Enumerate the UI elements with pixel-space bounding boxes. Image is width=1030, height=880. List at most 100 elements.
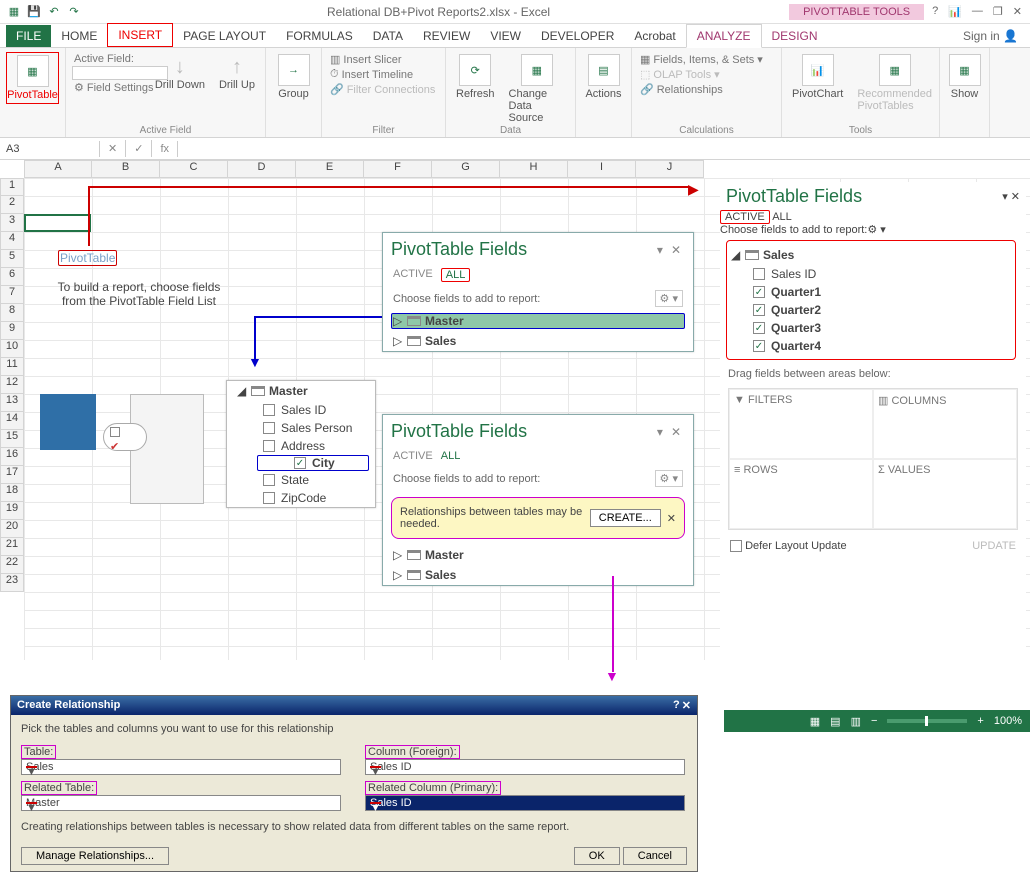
row-12[interactable]: 12 (0, 376, 24, 394)
row-14[interactable]: 14 (0, 412, 24, 430)
col-I[interactable]: I (568, 160, 636, 178)
update-button[interactable]: UPDATE (972, 540, 1016, 552)
enter-icon[interactable]: ✓ (126, 140, 152, 157)
field-city[interactable]: ✓City (257, 455, 369, 471)
manage-relationships-button[interactable]: Manage Relationships... (21, 847, 169, 865)
related-column-combo[interactable]: Sales ID▼ (365, 795, 685, 811)
area-rows[interactable]: ≡ ROWS (729, 459, 873, 529)
field-salesid[interactable]: Sales ID (227, 401, 375, 419)
group-button[interactable]: →Group (272, 52, 315, 102)
rp-field-q4[interactable]: ✓Quarter4 (731, 337, 1011, 355)
col-F[interactable]: F (364, 160, 432, 178)
pf1-close-icon[interactable]: ✕ (667, 243, 685, 257)
drill-up-button[interactable]: ↑Drill Up (215, 54, 259, 93)
zoom-in-icon[interactable]: + (977, 715, 983, 727)
row-22[interactable]: 22 (0, 556, 24, 574)
gear-icon[interactable]: ⚙ ▾ (655, 290, 683, 307)
pivotchart-button[interactable]: 📊PivotChart (788, 52, 847, 114)
pf2-table-master[interactable]: ▷Master (383, 545, 693, 565)
pf1-active[interactable]: ACTIVE (393, 268, 433, 282)
view-pagelayout-icon[interactable]: ▤ (830, 715, 840, 728)
col-D[interactable]: D (228, 160, 296, 178)
tab-design[interactable]: DESIGN (762, 25, 828, 47)
row-5[interactable]: 5 (0, 250, 24, 268)
rp-field-q1[interactable]: ✓Quarter1 (731, 283, 1011, 301)
row-1[interactable]: 1 (0, 178, 24, 196)
pf2-close-icon[interactable]: ✕ (667, 425, 685, 439)
tab-data[interactable]: DATA (363, 25, 413, 47)
row-6[interactable]: 6 (0, 268, 24, 286)
rp-active[interactable]: ACTIVE (720, 210, 770, 224)
minimize-icon[interactable]: — (972, 5, 983, 18)
row-16[interactable]: 16 (0, 448, 24, 466)
zoom-level[interactable]: 100% (994, 715, 1022, 727)
field-address[interactable]: Address (227, 437, 375, 455)
rp-all[interactable]: ALL (772, 211, 792, 223)
rel-close-icon[interactable]: ✕ (667, 512, 676, 525)
row-18[interactable]: 18 (0, 484, 24, 502)
related-table-combo[interactable]: Master▼ (21, 795, 341, 811)
row-8[interactable]: 8 (0, 304, 24, 322)
rp-close-icon[interactable]: ✕ (1011, 190, 1020, 203)
row-13[interactable]: 13 (0, 394, 24, 412)
sign-in[interactable]: Sign in 👤 (951, 25, 1030, 47)
restore-icon[interactable]: ❐ (993, 5, 1003, 18)
area-values[interactable]: Σ VALUES (873, 459, 1017, 529)
show-button[interactable]: ▦Show (946, 52, 983, 102)
pf1-table-sales[interactable]: ▷Sales (383, 331, 693, 351)
col-E[interactable]: E (296, 160, 364, 178)
tab-review[interactable]: REVIEW (413, 25, 480, 47)
field-salesperson[interactable]: Sales Person (227, 419, 375, 437)
row-3[interactable]: 3 (0, 214, 24, 232)
tab-acrobat[interactable]: Acrobat (624, 25, 685, 47)
row-11[interactable]: 11 (0, 358, 24, 376)
insert-slicer[interactable]: ▥ Insert Slicer (328, 52, 439, 67)
fields-items-sets[interactable]: ▦ Fields, Items, & Sets ▾ (638, 52, 775, 67)
ok-button[interactable]: OK (574, 847, 620, 865)
rp-field-q2[interactable]: ✓Quarter2 (731, 301, 1011, 319)
row-2[interactable]: 2 (0, 196, 24, 214)
pf2-table-sales[interactable]: ▷Sales (383, 565, 693, 585)
tab-view[interactable]: VIEW (480, 25, 531, 47)
row-10[interactable]: 10 (0, 340, 24, 358)
dialog-help-icon[interactable]: ? (673, 699, 680, 712)
row-21[interactable]: 21 (0, 538, 24, 556)
pf1-all[interactable]: ALL (441, 268, 471, 282)
redo-icon[interactable]: ↷ (66, 4, 82, 20)
relationships[interactable]: 🔗 Relationships (638, 82, 775, 97)
table-combo[interactable]: Sales▼ (21, 759, 341, 775)
dialog-close-icon[interactable]: ✕ (682, 699, 691, 712)
master-table-node[interactable]: ◢Master (227, 381, 375, 401)
gear-icon[interactable]: ⚙ ▾ (867, 224, 885, 236)
help-icon[interactable]: ? (932, 5, 938, 18)
close-icon[interactable]: ✕ (1013, 5, 1022, 18)
col-B[interactable]: B (92, 160, 160, 178)
cancel-icon[interactable]: ✕ (100, 140, 126, 157)
defer-checkbox[interactable] (730, 540, 742, 552)
col-G[interactable]: G (432, 160, 500, 178)
row-15[interactable]: 15 (0, 430, 24, 448)
create-relationship-button[interactable]: CREATE... (590, 509, 661, 527)
pivottable-button[interactable]: ▦ PivotTable (6, 52, 59, 104)
pf2-dropdown-icon[interactable]: ▾ (653, 425, 667, 439)
area-columns[interactable]: ▥ COLUMNS (873, 389, 1017, 459)
drill-down-button[interactable]: ↓Drill Down (151, 54, 209, 93)
tab-analyze[interactable]: ANALYZE (686, 24, 762, 48)
change-data-source-button[interactable]: ▦Change Data Source (505, 52, 569, 126)
actions-button[interactable]: ▤Actions (582, 52, 625, 102)
zoom-slider[interactable] (887, 719, 967, 723)
tab-home[interactable]: HOME (51, 25, 107, 47)
row-19[interactable]: 19 (0, 502, 24, 520)
name-box[interactable]: A3 (0, 141, 100, 157)
undo-icon[interactable]: ↶ (46, 4, 62, 20)
field-zipcode[interactable]: ZipCode (227, 489, 375, 507)
row-4[interactable]: 4 (0, 232, 24, 250)
row-9[interactable]: 9 (0, 322, 24, 340)
col-A[interactable]: A (24, 160, 92, 178)
pivottable-placeholder[interactable]: PivotTable (58, 250, 117, 266)
zoom-out-icon[interactable]: − (871, 715, 877, 727)
rp-field-q3[interactable]: ✓Quarter3 (731, 319, 1011, 337)
pf1-table-master[interactable]: ▷Master (391, 313, 685, 329)
selected-cell-A3[interactable] (24, 214, 91, 232)
tab-developer[interactable]: DEVELOPER (531, 25, 624, 47)
